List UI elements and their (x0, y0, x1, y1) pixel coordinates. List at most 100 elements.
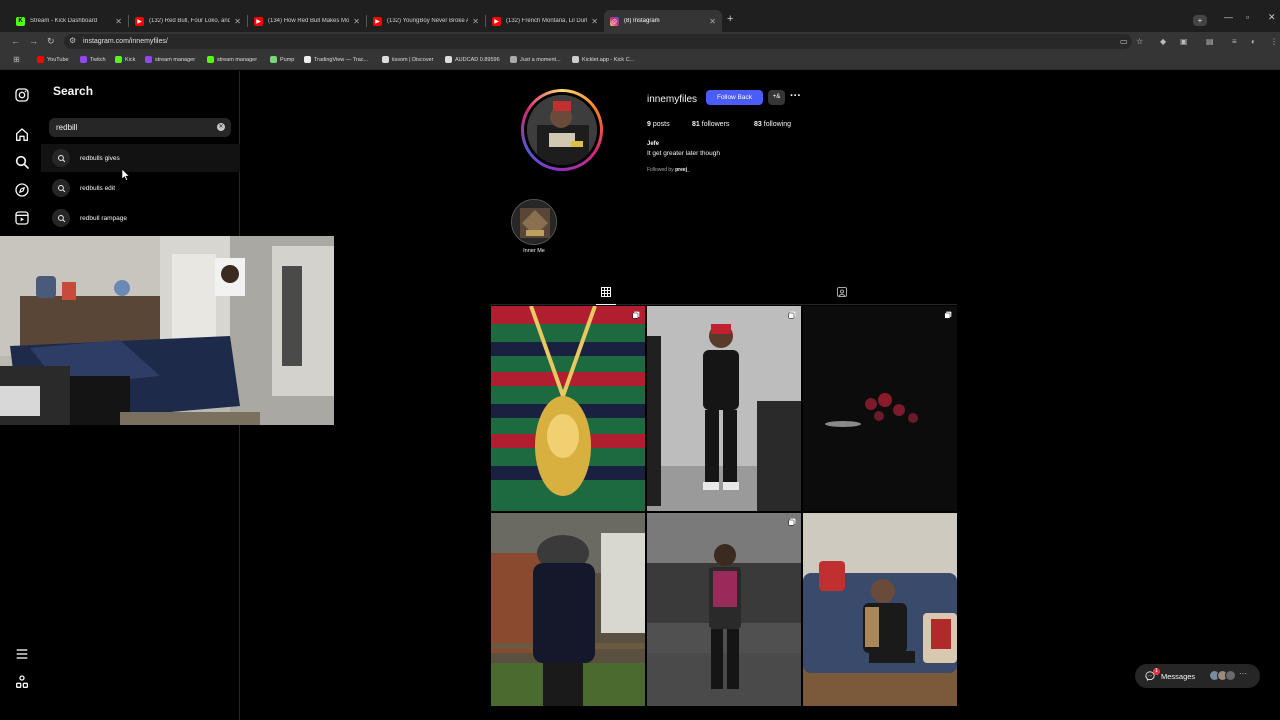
extensions-puzzle-icon[interactable]: ▣ (1180, 37, 1188, 46)
close-tab-icon[interactable]: ✕ (234, 17, 241, 26)
browser-tab-youtube-2[interactable]: ▶ (134) How Red Bull Makes Mo ✕ (248, 10, 366, 32)
suggested-users-button[interactable]: +& (768, 90, 785, 105)
bookmark-just-a-moment[interactable]: Just a moment... (510, 56, 561, 63)
also-from-meta-icon[interactable] (14, 674, 30, 690)
bookmark-stream-manager-twitch[interactable]: stream manager (145, 56, 195, 63)
carousel-icon (788, 311, 796, 319)
browser-tab-instagram[interactable]: ◎ (8) Instagram ✕ (604, 10, 722, 32)
site-info-icon[interactable]: ⚙ (69, 36, 76, 45)
search-input[interactable] (56, 121, 206, 134)
carousel-icon (788, 518, 796, 526)
close-tab-icon[interactable]: ✕ (115, 17, 122, 26)
followers-link[interactable]: 81 followers (692, 121, 729, 128)
browser-tab-youtube-1[interactable]: ▶ (132) Red Bull, Four Loko, and ✕ (129, 10, 247, 32)
bookmark-pump[interactable]: Pump (270, 56, 294, 63)
post-thumbnail[interactable] (647, 513, 801, 706)
close-tab-icon[interactable]: ✕ (472, 17, 479, 26)
maximize-icon[interactable]: ▫ (1246, 12, 1249, 22)
more-options-icon[interactable]: ··· (790, 90, 801, 102)
back-icon[interactable]: ← (11, 36, 20, 46)
extension-icon[interactable]: ◆ (1160, 37, 1166, 46)
search-icon[interactable] (14, 154, 30, 170)
search-result-label: redbulls gives (80, 154, 120, 162)
posts-grid-tab-icon[interactable] (600, 286, 612, 298)
side-panel-icon[interactable]: ▤ (1206, 37, 1214, 46)
address-url[interactable]: instagram.com/innemyfiles/ (83, 38, 168, 45)
explore-icon[interactable] (14, 182, 30, 198)
browser-tab-kick-dashboard[interactable]: K Stream - Kick Dashboard ✕ (10, 10, 128, 32)
tab-search-button[interactable]: + (1193, 15, 1207, 26)
search-result-icon (52, 179, 70, 197)
profile-bio: It get greater later though (647, 150, 720, 157)
search-result-item[interactable]: redbull rampage (41, 204, 240, 232)
address-bar[interactable]: ⚙ instagram.com/innemyfiles/ ▭ ☆ (64, 34, 1143, 49)
followed-by[interactable]: Followed by preej_ (647, 167, 690, 173)
post-thumbnail[interactable] (491, 306, 645, 511)
posts-grid (491, 306, 957, 706)
bookmark-stream-manager-kick[interactable]: stream manager (207, 56, 257, 63)
profile-icon[interactable]: ≡ (1232, 37, 1237, 46)
youtube-icon: ▶ (373, 16, 382, 26)
posts-count: 9 posts (647, 121, 670, 128)
search-result-icon (52, 209, 70, 227)
bookmarks-bar: YouTube Twitch Kick stream manager strea… (0, 51, 1280, 70)
kick-icon: K (16, 16, 25, 26)
search-result-item[interactable]: redbulls gives (41, 144, 240, 172)
instagram-logo-icon[interactable] (14, 87, 30, 103)
minimize-icon[interactable]: — (1224, 12, 1233, 22)
search-panel-title: Search (53, 84, 94, 98)
close-tab-icon[interactable]: ✕ (591, 17, 598, 26)
reels-icon[interactable] (14, 210, 30, 226)
menu-icon[interactable] (14, 646, 30, 662)
account-icon[interactable]: ◐ (1251, 37, 1256, 46)
messages-button[interactable]: 1 Messages ··· (1135, 664, 1260, 688)
tagged-tab-icon[interactable] (836, 286, 848, 298)
bookmark-kicklet[interactable]: Kicklet.app - Kick C... (572, 56, 634, 63)
youtube-icon: ▶ (254, 16, 263, 26)
following-link[interactable]: 83 following (754, 121, 791, 128)
bookmark-youtube[interactable]: YouTube (37, 56, 69, 63)
home-icon[interactable] (14, 127, 30, 143)
browser-menu-icon[interactable]: ⋮ (1270, 37, 1278, 46)
bookmark-star-icon[interactable]: ☆ (1136, 37, 1143, 46)
bookmark-discover[interactable]: iissom | Discover (382, 56, 433, 63)
follow-back-button[interactable]: Follow Back (706, 90, 763, 105)
post-thumbnail[interactable] (803, 513, 957, 706)
window-close-icon[interactable]: ✕ (1268, 12, 1276, 23)
browser-tab-youtube-4[interactable]: ▶ (132) French Montana, Lil Durk ✕ (486, 10, 604, 32)
search-result-label: redbulls edit (80, 184, 116, 192)
post-thumbnail[interactable] (803, 306, 957, 511)
more-conversations-icon: ··· (1239, 669, 1247, 678)
profile-section: innemyfiles Follow Back +& ··· 9 posts 8… (240, 71, 1280, 720)
search-field[interactable]: ✕ (49, 118, 231, 137)
close-tab-icon[interactable]: ✕ (709, 17, 716, 26)
reload-icon[interactable]: ↻ (47, 36, 55, 47)
bookmark-tradingview[interactable]: TradingView — Trac... (304, 56, 368, 63)
profile-avatar (527, 95, 597, 165)
install-app-icon[interactable]: ▭ (1120, 37, 1128, 46)
apps-grid-icon[interactable]: ⊞ (13, 55, 20, 64)
browser-tab-youtube-3[interactable]: ▶ (132) YoungBoy Never Broke A ✕ (367, 10, 485, 32)
post-thumbnail[interactable] (647, 306, 801, 511)
clear-search-icon[interactable]: ✕ (217, 123, 225, 131)
new-tab-button[interactable]: + (727, 13, 733, 25)
youtube-icon: ▶ (492, 16, 501, 26)
forward-icon[interactable]: → (29, 36, 38, 46)
story-highlight[interactable] (511, 199, 557, 245)
bookmark-twitch[interactable]: Twitch (80, 56, 106, 63)
search-result-item[interactable]: redbulls edit (41, 174, 240, 202)
bookmark-kick[interactable]: Kick (115, 56, 135, 63)
close-tab-icon[interactable]: ✕ (353, 17, 360, 26)
search-result-label: redbull rampage (80, 214, 127, 222)
unread-messages-badge: 1 (1153, 668, 1160, 675)
profile-username: innemyfiles (647, 94, 698, 105)
carousel-icon (632, 311, 640, 319)
browser-toolbar: ← → ↻ ⚙ instagram.com/innemyfiles/ ▭ ☆ (0, 32, 1280, 51)
profile-avatar-story-ring[interactable] (521, 89, 603, 171)
instagram-page: Search ✕ redbulls gives redbulls edit re… (0, 71, 1280, 720)
avatar (1225, 670, 1236, 681)
youtube-icon: ▶ (135, 16, 144, 26)
bookmark-audcad[interactable]: AUDCAD 0.89596 (445, 56, 500, 63)
carousel-icon (944, 311, 952, 319)
post-thumbnail[interactable] (491, 513, 645, 706)
